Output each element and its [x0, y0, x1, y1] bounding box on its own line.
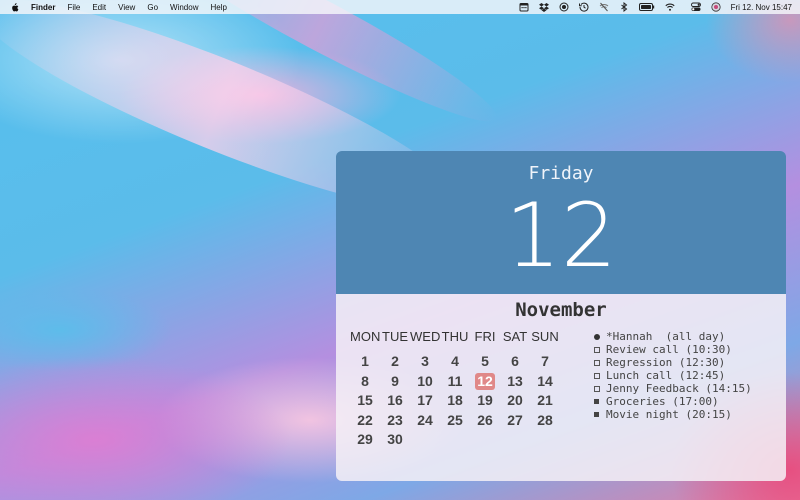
- apple-icon[interactable]: [10, 2, 19, 12]
- menu-bar: Finder File Edit View Go Window Help Fri…: [0, 0, 800, 14]
- day-cell[interactable]: 18: [440, 391, 470, 411]
- day-cell[interactable]: 9: [380, 372, 410, 392]
- day-cell[interactable]: 21: [530, 391, 560, 411]
- event-item[interactable]: *Hannah (all day): [594, 330, 774, 343]
- screen-record-icon[interactable]: [559, 2, 569, 12]
- day-cell[interactable]: 27: [500, 411, 530, 431]
- day-grid: 1 2 3 4 5 6 7 8 9 10 11 12 13 14 15 16 17 18 19 20 21 22 23 24 2…: [350, 352, 560, 450]
- day-cell[interactable]: 28: [530, 411, 560, 431]
- day-cell[interactable]: 23: [380, 411, 410, 431]
- day-cell[interactable]: 22: [350, 411, 380, 431]
- event-text: Regression (12:30): [606, 356, 726, 369]
- day-cell[interactable]: 29: [350, 430, 380, 450]
- event-list: *Hannah (all day) Review call (10:30) Regr…: [594, 330, 774, 421]
- event-item[interactable]: Review call (10:30): [594, 343, 774, 356]
- wifi-icon[interactable]: [665, 2, 675, 12]
- widget-header: Friday 12: [336, 151, 786, 294]
- menu-app-name[interactable]: Finder: [31, 3, 55, 12]
- event-text: Jenny Feedback (14:15): [606, 382, 752, 395]
- day-cell[interactable]: 1: [350, 352, 380, 372]
- day-cell[interactable]: 3: [410, 352, 440, 372]
- event-marker: [594, 385, 600, 392]
- day-cell-today[interactable]: 12: [475, 372, 495, 390]
- empty-square-icon: [594, 359, 606, 366]
- menu-edit[interactable]: Edit: [92, 3, 106, 12]
- day-cell[interactable]: 2: [380, 352, 410, 372]
- siri-icon[interactable]: [711, 2, 721, 12]
- event-item[interactable]: Movie night (20:15): [594, 408, 774, 421]
- day-cell[interactable]: 15: [350, 391, 380, 411]
- menu-help[interactable]: Help: [210, 3, 226, 12]
- day-cell[interactable]: 16: [380, 391, 410, 411]
- event-marker: [594, 346, 600, 353]
- month-calendar: MON TUE WED THU FRI SAT SUN 1 2 3 4 5 6 7 8 9 10 11 12 13 1…: [350, 329, 560, 450]
- event-text: Groceries (17:00): [606, 395, 719, 408]
- menu-clock[interactable]: Fri 12. Nov 15:47: [731, 3, 792, 12]
- event-text: *Hannah (all day): [606, 330, 726, 343]
- bluetooth-icon[interactable]: [619, 2, 629, 12]
- battery-icon[interactable]: [638, 2, 655, 12]
- empty-square-icon: [594, 346, 606, 353]
- menu-view[interactable]: View: [118, 3, 135, 12]
- event-marker: [594, 412, 599, 417]
- empty-square-icon: [594, 372, 606, 379]
- event-item[interactable]: Groceries (17:00): [594, 395, 774, 408]
- menu-window[interactable]: Window: [170, 3, 198, 12]
- event-item[interactable]: Regression (12:30): [594, 356, 774, 369]
- filled-square-icon: [594, 412, 606, 417]
- day-number: 12: [505, 184, 617, 287]
- weekday-label: WED: [410, 329, 441, 344]
- day-cell[interactable]: 7: [530, 352, 560, 372]
- event-item[interactable]: Lunch call (12:45): [594, 369, 774, 382]
- day-cell[interactable]: 5: [470, 352, 500, 372]
- filled-circle-icon: [594, 333, 606, 340]
- time-machine-icon[interactable]: [578, 2, 589, 12]
- event-text: Review call (10:30): [606, 343, 732, 356]
- empty-square-icon: [594, 385, 606, 392]
- calendar-icon[interactable]: [519, 2, 529, 12]
- weekday-label: THU: [441, 329, 469, 344]
- weekday-header: MON TUE WED THU FRI SAT SUN: [350, 329, 560, 344]
- day-cell[interactable]: 13: [500, 372, 530, 392]
- weekday-label: MON: [350, 329, 381, 344]
- calendar-widget: Friday 12 November MON TUE WED THU FRI SAT SUN…: [336, 151, 786, 481]
- menu-file[interactable]: File: [67, 3, 80, 12]
- month-title: November: [515, 299, 607, 321]
- filled-square-icon: [594, 399, 606, 404]
- day-cell[interactable]: 30: [380, 430, 410, 450]
- day-cell[interactable]: 4: [440, 352, 470, 372]
- weekday-label: TUE: [382, 329, 408, 344]
- day-cell[interactable]: 25: [440, 411, 470, 431]
- day-cell[interactable]: 20: [500, 391, 530, 411]
- day-cell[interactable]: 24: [410, 411, 440, 431]
- menu-go[interactable]: Go: [147, 3, 158, 12]
- day-cell[interactable]: 14: [530, 372, 560, 392]
- day-cell[interactable]: 11: [440, 372, 470, 392]
- day-cell[interactable]: 6: [500, 352, 530, 372]
- event-marker: [594, 372, 600, 379]
- day-cell[interactable]: 10: [410, 372, 440, 392]
- event-marker: [594, 359, 600, 366]
- day-cell[interactable]: 8: [350, 372, 380, 392]
- dropbox-icon[interactable]: [538, 2, 549, 12]
- control-center-icon[interactable]: [690, 2, 701, 12]
- day-cell[interactable]: 26: [470, 411, 500, 431]
- event-text: Movie night (20:15): [606, 408, 732, 421]
- event-marker: [594, 399, 599, 404]
- event-item[interactable]: Jenny Feedback (14:15): [594, 382, 774, 395]
- event-text: Lunch call (12:45): [606, 369, 726, 382]
- day-cell[interactable]: 19: [470, 391, 500, 411]
- wifi-off-icon[interactable]: [599, 2, 609, 12]
- event-marker: [594, 333, 600, 340]
- weekday-label: FRI: [474, 329, 496, 344]
- day-cell[interactable]: 17: [410, 391, 440, 411]
- weekday-label: SUN: [531, 329, 559, 344]
- weekday-label: SAT: [502, 329, 528, 344]
